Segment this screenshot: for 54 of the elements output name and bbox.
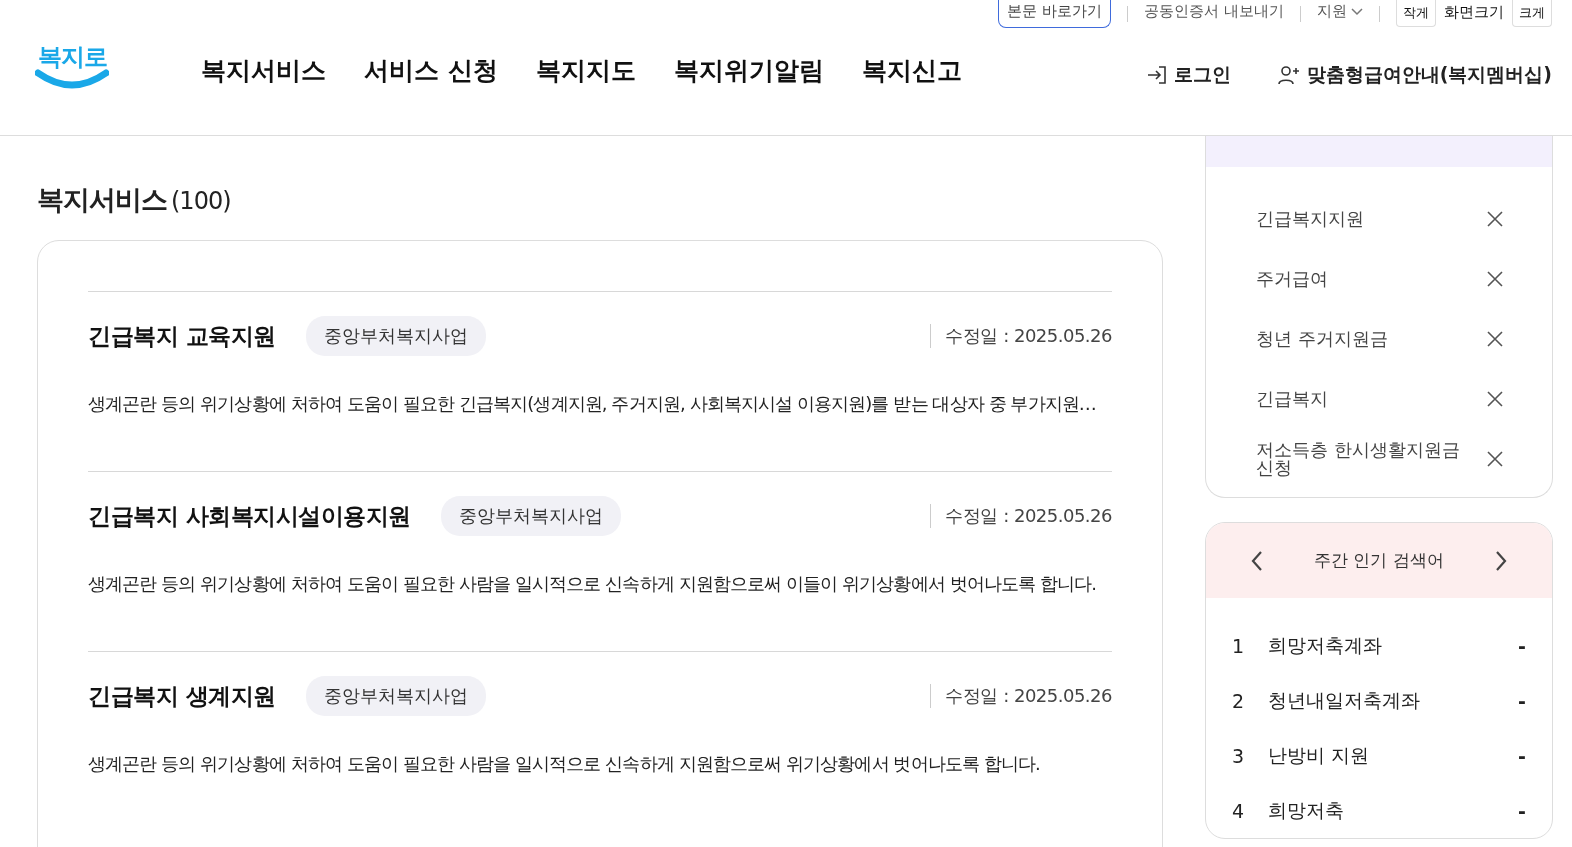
nav-item[interactable]: 복지위기알림 [673,54,824,87]
close-icon[interactable] [1486,210,1504,228]
skip-link[interactable]: 본문 바로가기 [998,0,1112,28]
font-smaller-button[interactable]: 작게 [1396,0,1436,27]
modified-date: 수정일 : 2025.05.26 [930,504,1112,528]
recent-search-term[interactable]: 긴급복지 [1256,390,1328,408]
popular-search-term[interactable]: 희망저축 [1268,797,1344,824]
font-size-label: 화면크기 [1444,2,1504,22]
results-title: 복지서비스(100) [37,183,232,217]
close-icon[interactable] [1486,450,1504,468]
service-title[interactable]: 긴급복지 교육지원 [88,320,276,352]
recent-search-term[interactable]: 청년 주거지원금 [1256,330,1388,348]
font-larger-button[interactable]: 크게 [1512,0,1552,27]
popular-search-term[interactable]: 난방비 지원 [1268,742,1370,769]
nav-item[interactable]: 복지신고 [861,54,962,87]
utility-link[interactable]: 공동인증서 내보내기 [1144,0,1284,21]
nav-item[interactable]: 복지지도 [535,54,636,87]
login-icon [1145,63,1168,86]
category-tag: 중앙부처복지사업 [305,316,486,356]
nav-item[interactable]: 서비스 신청 [364,54,498,87]
nav-item[interactable]: 복지서비스 [201,54,326,87]
close-icon[interactable] [1486,390,1504,408]
recent-search-term[interactable]: 저소득층 한시생활지원금 신청 [1256,441,1466,477]
trend-indicator: - [1518,799,1526,822]
rank-number: 3 [1232,744,1246,767]
support-dropdown[interactable]: 지원 [1317,0,1363,21]
service-title[interactable]: 긴급복지 사회복지시설이용지원 [88,500,411,532]
close-icon[interactable] [1486,270,1504,288]
user-plus-icon [1276,63,1301,86]
membership-link[interactable]: 맞춤형급여안내(복지멤버십) [1276,61,1552,88]
rank-number: 2 [1232,689,1246,712]
previous-button[interactable] [1250,549,1264,572]
trend-indicator: - [1518,744,1526,767]
chevron-down-icon [1351,7,1363,16]
popular-search-term[interactable]: 청년내일저축계좌 [1268,687,1420,714]
category-tag: 중앙부처복지사업 [305,676,486,716]
recent-search-term[interactable]: 긴급복지지원 [1256,210,1364,228]
rank-number: 4 [1232,799,1246,822]
trend-indicator: - [1518,689,1526,712]
close-icon[interactable] [1486,330,1504,348]
modified-date: 수정일 : 2025.05.26 [930,324,1112,348]
service-description: 생계곤란 등의 위기상황에 처하여 도움이 필요한 사람을 일시적으로 신속하게 지원함으로써 이들이 위기상황에서 벗어나도록 합니다. [88,572,1097,596]
service-title[interactable]: 긴급복지 생계지원 [88,680,276,712]
rank-number: 1 [1232,634,1246,657]
next-button[interactable] [1494,549,1508,572]
popular-searches-title: 주간 인기 검색어 [1314,549,1444,572]
popular-search-term[interactable]: 희망저축계좌 [1268,632,1382,659]
login-link[interactable]: 로그인 [1145,61,1231,88]
modified-date: 수정일 : 2025.05.26 [930,684,1112,708]
service-description: 생계곤란 등의 위기상황에 처하여 도움이 필요한 사람을 일시적으로 신속하게 지원함으로써 위기상황에서 벗어나도록 합니다. [88,752,1041,776]
trend-indicator: - [1518,634,1526,657]
service-description: 생계곤란 등의 위기상황에 처하여 도움이 필요한 긴급복지(생계지원, 주거지원, 사회복지시설 이용지원)를 받는 대상자 중 부가지원… [88,392,1097,416]
category-tag: 중앙부처복지사업 [440,496,621,536]
recent-search-term[interactable]: 주거급여 [1256,270,1328,288]
